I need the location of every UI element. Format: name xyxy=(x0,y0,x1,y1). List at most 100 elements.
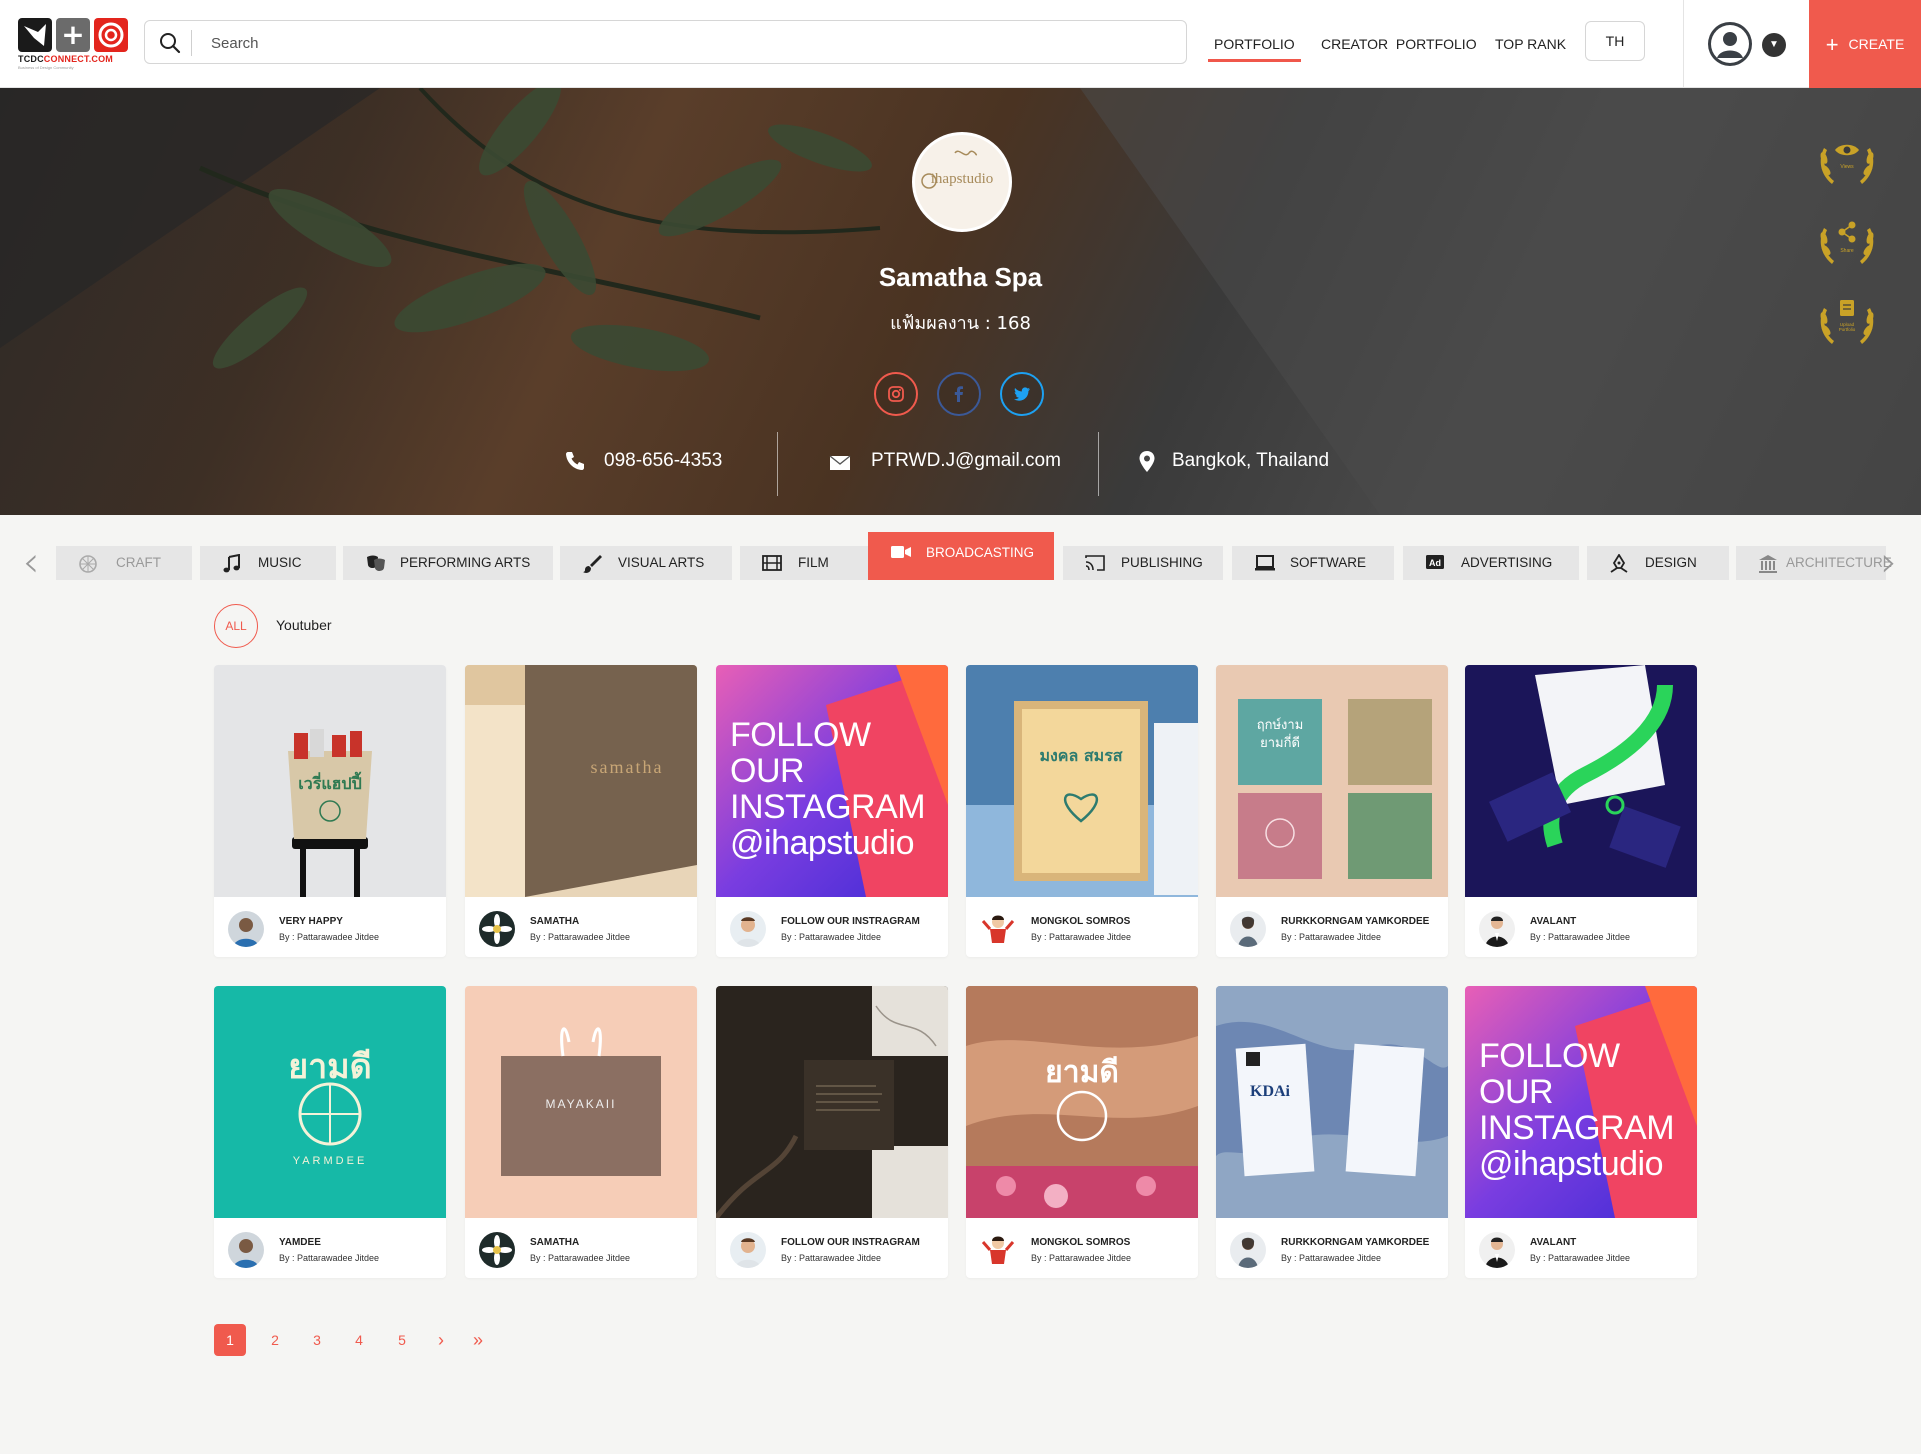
card-thumbnail[interactable]: MAYAKAII xyxy=(465,986,697,1218)
author-avatar[interactable] xyxy=(228,911,264,947)
user-menu[interactable]: ▼ xyxy=(1683,0,1809,88)
card-author: By : Pattarawadee Jitdee xyxy=(530,1253,631,1263)
tab-publishing[interactable]: PUBLISHING xyxy=(1063,546,1223,580)
card-thumbnail[interactable]: FOLLOW OUR INSTAGRAM @ihapstudio xyxy=(716,665,948,897)
chevron-down-icon[interactable]: ▼ xyxy=(1762,33,1786,57)
tab-label: PUBLISHING xyxy=(1121,555,1203,570)
portfolio-count: แฟ้มผลงาน : 168 xyxy=(890,313,1031,334)
card-author: By : Pattarawadee Jitdee xyxy=(279,1253,380,1263)
author-avatar[interactable] xyxy=(1230,1232,1266,1268)
thumb-text: samatha xyxy=(591,757,664,777)
author-avatar[interactable] xyxy=(1479,1232,1515,1268)
tab-music[interactable]: MUSIC xyxy=(200,546,336,580)
page-5[interactable]: 5 xyxy=(386,1324,418,1356)
card-title: YAMDEE xyxy=(279,1237,321,1248)
tab-label: FILM xyxy=(798,555,829,570)
tab-performing-arts[interactable]: PERFORMING ARTS xyxy=(343,546,553,580)
cast-icon xyxy=(1085,555,1105,571)
create-button[interactable]: + CREATE xyxy=(1809,0,1921,88)
nav-top-rank[interactable]: TOP RANK xyxy=(1495,35,1566,53)
author-avatar[interactable] xyxy=(730,911,766,947)
card-title: RURKKORNGAM YAMKORDEE xyxy=(1281,916,1430,927)
page-2[interactable]: 2 xyxy=(259,1324,291,1356)
author-avatar[interactable] xyxy=(479,1232,515,1268)
camera-icon xyxy=(891,546,911,558)
card-title: SAMATHA xyxy=(530,1237,580,1248)
contact-divider xyxy=(777,432,778,496)
nav-creator-portfolio[interactable]: CREATOR PORTFOLIO xyxy=(1321,35,1477,53)
search-bar[interactable] xyxy=(144,20,1187,64)
card-author: By : Pattarawadee Jitdee xyxy=(1031,932,1132,942)
portfolio-card[interactable]: ยามดี MONGKOL SOMROS By : Pattarawadee J… xyxy=(966,986,1198,1278)
facebook-button[interactable] xyxy=(937,372,981,416)
nav-portfolio[interactable]: PORTFOLIO xyxy=(1208,35,1301,62)
card-title: MONGKOL SOMROS xyxy=(1031,916,1131,927)
thumb-text: FOLLOW OUR INSTAGRAM @ihapstudio xyxy=(1479,1037,1675,1183)
tab-design[interactable]: DESIGN xyxy=(1587,546,1729,580)
category-next-arrow[interactable]: › xyxy=(1874,540,1904,590)
portfolio-card[interactable]: KDAi RURKKORNGAM YAMKORDEE By : Pattaraw… xyxy=(1216,986,1448,1278)
tab-broadcasting[interactable]: BROADCASTING xyxy=(868,532,1054,580)
page-1[interactable]: 1 xyxy=(214,1324,246,1356)
tab-architecture[interactable]: ARCHITECTURE xyxy=(1736,546,1892,580)
portfolio-card[interactable]: FOLLOW OUR INSTRAGRAM By : Pattarawadee … xyxy=(716,986,948,1278)
tab-advertising[interactable]: Ad ADVERTISING xyxy=(1403,546,1579,580)
tab-film[interactable]: FILM xyxy=(740,546,868,580)
author-avatar[interactable] xyxy=(1230,911,1266,947)
tab-visual-arts[interactable]: VISUAL ARTS xyxy=(560,546,732,580)
card-thumbnail[interactable]: มงคล สมรส xyxy=(966,665,1198,897)
masks-icon xyxy=(367,555,385,571)
portfolio-card[interactable]: MAYAKAII SAMATHA By : Pattarawadee Jitde… xyxy=(465,986,697,1278)
twitter-button[interactable] xyxy=(1000,372,1044,416)
card-thumbnail[interactable]: ยามดี YARMDEE xyxy=(214,986,446,1218)
laptop-icon xyxy=(1255,555,1275,571)
card-title: FOLLOW OUR INSTRAGRAM xyxy=(781,916,920,927)
tab-label: MUSIC xyxy=(258,555,302,570)
search-input[interactable] xyxy=(211,29,1151,57)
portfolio-card[interactable]: FOLLOW OUR INSTAGRAM @ihapstudio AVALANT By… xyxy=(1465,986,1697,1278)
language-toggle[interactable]: TH xyxy=(1585,21,1645,61)
card-author: By : Pattarawadee Jitdee xyxy=(1281,1253,1382,1263)
tab-software[interactable]: SOFTWARE xyxy=(1232,546,1394,580)
instagram-button[interactable] xyxy=(874,372,918,416)
author-avatar[interactable] xyxy=(228,1232,264,1268)
portfolio-card[interactable]: FOLLOW OUR INSTAGRAM @ihapstudio FOLLOW OUR… xyxy=(716,665,948,957)
card-thumbnail[interactable]: ยามดี xyxy=(966,986,1198,1218)
search-icon[interactable] xyxy=(159,32,181,54)
portfolio-card[interactable]: ฤกษ์งาม ยามกี่ดี RURKKORNGAM YAMKORDEE B… xyxy=(1216,665,1448,957)
card-author: By : Pattarawadee Jitdee xyxy=(1530,932,1631,942)
profile-banner: ihapstudio Samatha Spa แฟ้มผลงาน : 168 0… xyxy=(0,88,1921,515)
card-title: SAMATHA xyxy=(530,916,580,927)
filter-youtuber[interactable]: Youtuber xyxy=(276,617,332,633)
portfolio-card[interactable]: samatha SAMATHA By : Pattarawadee Jitdee xyxy=(465,665,697,957)
card-thumbnail[interactable]: KDAi xyxy=(1216,986,1448,1218)
page-4[interactable]: 4 xyxy=(343,1324,375,1356)
pen-tool-icon xyxy=(1610,554,1628,573)
card-thumbnail[interactable] xyxy=(1465,665,1697,897)
page-3[interactable]: 3 xyxy=(301,1324,333,1356)
author-avatar[interactable] xyxy=(1479,911,1515,947)
last-page-button[interactable]: » xyxy=(462,1324,494,1356)
award-share: Share xyxy=(1814,208,1880,274)
author-avatar[interactable] xyxy=(730,1232,766,1268)
tab-craft[interactable]: CRAFT xyxy=(56,546,192,580)
user-avatar-icon[interactable] xyxy=(1708,22,1752,66)
card-thumbnail[interactable]: samatha xyxy=(465,665,697,897)
brand-avatar-text: ihapstudio xyxy=(930,171,994,187)
filter-all-button[interactable]: ALL xyxy=(214,604,258,648)
next-page-button[interactable]: › xyxy=(425,1324,457,1356)
logo-text: TCDCCONNECT.COM xyxy=(18,54,113,64)
card-thumbnail[interactable]: เวรี่แฮปปี้ xyxy=(214,665,446,897)
portfolio-card[interactable]: เวรี่แฮปปี้ VERY HAPPY By : Pattarawadee… xyxy=(214,665,446,957)
card-thumbnail[interactable] xyxy=(716,986,948,1218)
music-icon xyxy=(223,554,240,573)
author-avatar[interactable] xyxy=(479,911,515,947)
portfolio-card[interactable]: มงคล สมรส MONGKOL SOMROS By : Pattarawad… xyxy=(966,665,1198,957)
card-thumbnail[interactable]: FOLLOW OUR INSTAGRAM @ihapstudio xyxy=(1465,986,1697,1218)
tcdc-logo[interactable]: + TCDCCONNECT.COM Business of Design Com… xyxy=(18,18,130,70)
card-thumbnail[interactable]: ฤกษ์งาม ยามกี่ดี xyxy=(1216,665,1448,897)
portfolio-card[interactable]: ยามดี YARMDEE YAMDEE By : Pattarawadee J… xyxy=(214,986,446,1278)
author-avatar[interactable] xyxy=(980,1232,1016,1268)
author-avatar[interactable] xyxy=(980,911,1016,947)
portfolio-card[interactable]: AVALANT By : Pattarawadee Jitdee xyxy=(1465,665,1697,957)
